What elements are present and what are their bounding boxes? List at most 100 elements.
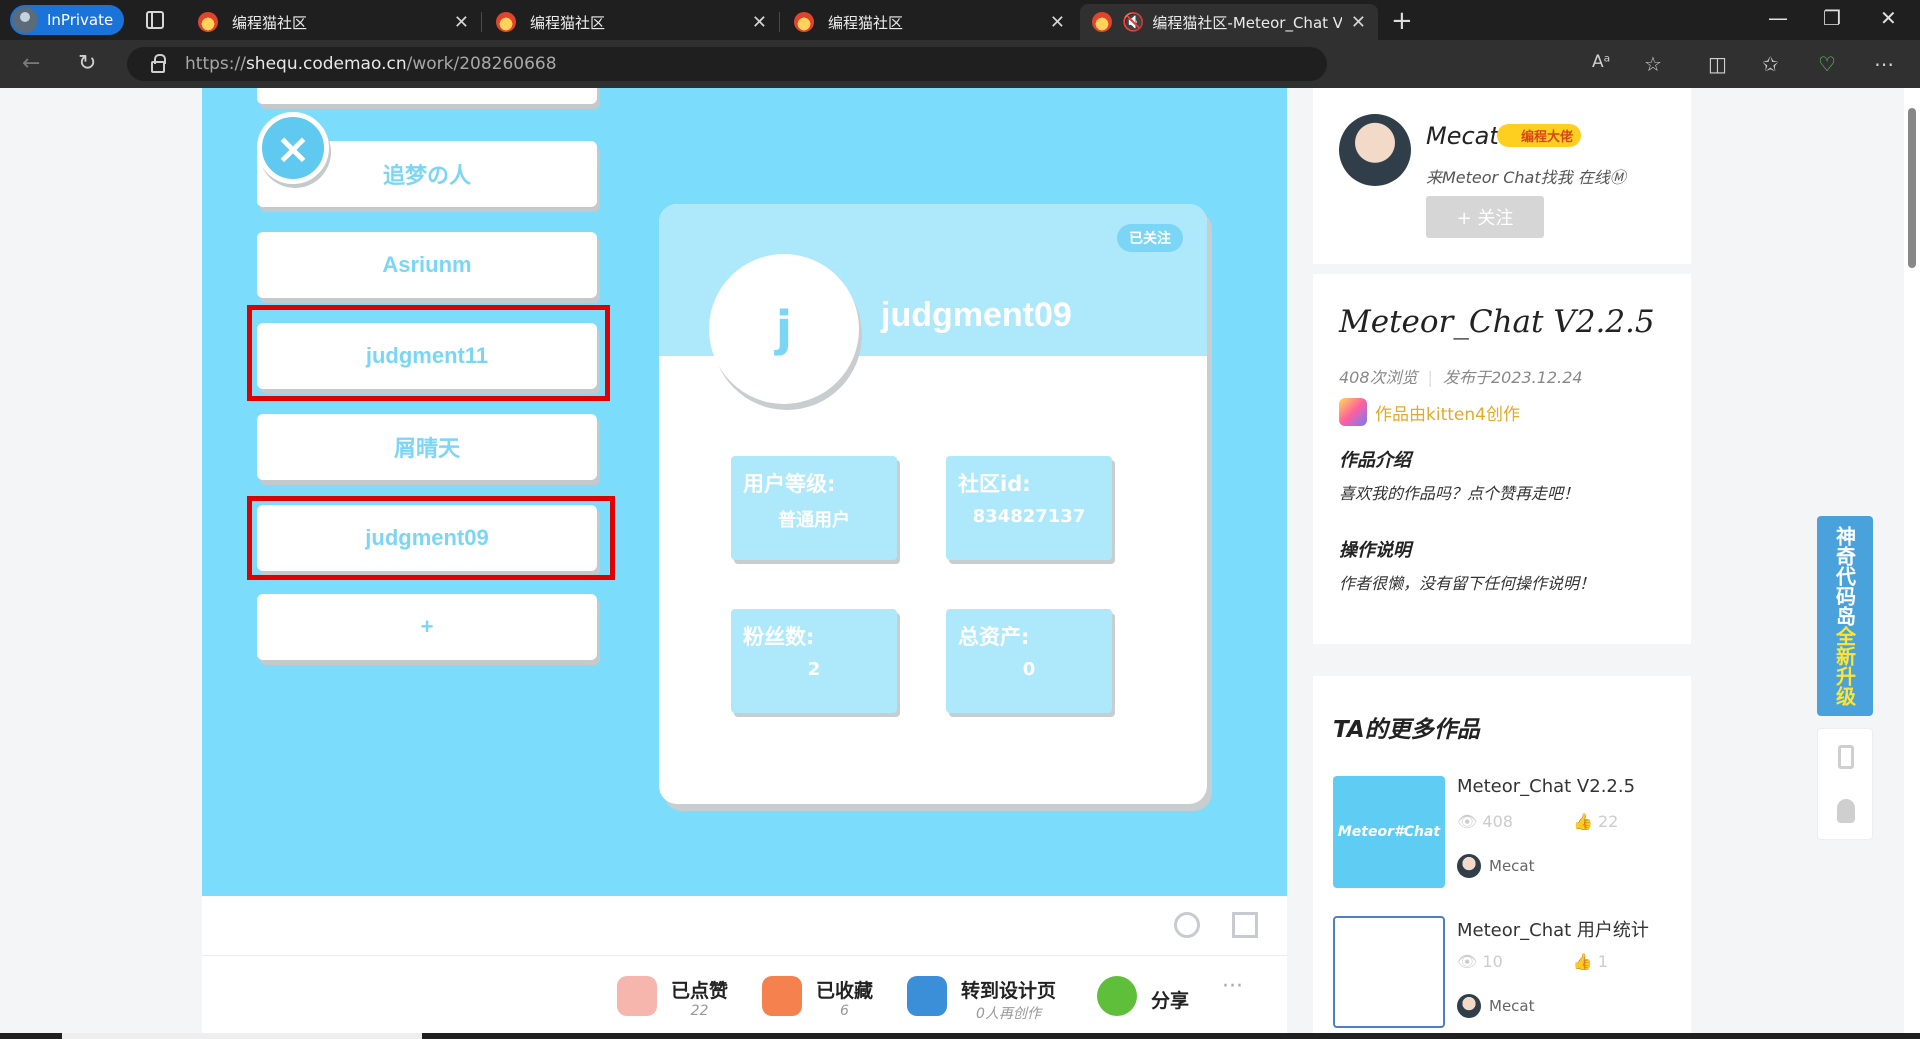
user-list-item-partial[interactable] (257, 88, 597, 104)
more-works-heading: TA的更多作品 (1333, 717, 1480, 743)
more-works-panel: TA的更多作品 Meteor#Chat Meteor_Chat V2.2.5 👁… (1313, 676, 1691, 1036)
close-tab-icon[interactable]: ✕ (752, 12, 767, 33)
work-thumbnail[interactable] (1333, 916, 1445, 1028)
tab-title: 编程猫社区 (232, 13, 308, 32)
author-name[interactable]: Mecat (1426, 122, 1499, 150)
add-user-button[interactable]: + (257, 594, 597, 660)
creator-tool[interactable]: 作品由kitten4创作 (1339, 398, 1520, 426)
page: 追梦の人 × Asriunm judgment11 屑晴天 judgment09… (0, 88, 1920, 1036)
highlight-box-judgment11 (247, 305, 610, 401)
author-signature: 来Meteor Chat找我 在线Ⓜ (1426, 168, 1626, 187)
refresh-icon[interactable]: ↻ (78, 51, 96, 76)
split-screen-icon[interactable]: ◫ (1708, 52, 1727, 76)
stat-value: 834827137 (972, 506, 1086, 527)
intro-heading: 作品介绍 (1339, 450, 1411, 471)
collect-text: 已收藏 6 (816, 976, 873, 1019)
tab-title: 编程猫社区-Meteor_Chat V2 (1152, 13, 1343, 32)
close-window-icon[interactable]: ✕ (1880, 6, 1897, 30)
owner-avatar (1457, 994, 1481, 1018)
close-glyph: × (275, 123, 311, 173)
ops-text: 作者很懒，没有留下任何操作说明！ (1339, 574, 1596, 593)
browser-tab-2[interactable]: 编程猫社区 ✕ (484, 4, 780, 40)
more-work-likes: 1 (1597, 952, 1608, 971)
meta-divider: | (1427, 368, 1433, 387)
codemao-favicon-icon (1092, 12, 1112, 32)
stat-label: 粉丝数: (743, 625, 815, 649)
favorites-icon[interactable]: ✩ (1762, 52, 1779, 76)
add-glyph: + (420, 614, 434, 639)
tab-separator (779, 12, 780, 32)
restart-icon[interactable] (1174, 912, 1200, 938)
work-thumbnail[interactable]: Meteor#Chat (1333, 776, 1445, 888)
browser-tab-bar: InPrivate 编程猫社区 ✕ 编程猫社区 ✕ 编程猫社区 ✕ 🔇 编程猫社… (0, 0, 1920, 40)
stat-user-level: 用户等级: 普通用户 (731, 456, 897, 560)
share-arrow-icon (1097, 976, 1137, 1016)
work-info-panel: Meteor_Chat V2.2.5 408次浏览 | 发布于2023.12.24 … (1313, 274, 1691, 644)
scrollbar-thumb[interactable] (1908, 108, 1916, 268)
floating-tools (1817, 728, 1873, 840)
fullscreen-icon[interactable] (1232, 912, 1258, 938)
collect-button[interactable]: 已收藏 6 (762, 976, 873, 1019)
url-field[interactable]: https://shequ.codemao.cn/work/208260668 (127, 47, 1327, 81)
page-scrollbar[interactable] (1904, 88, 1920, 1033)
restore-icon[interactable]: ❐ (1823, 6, 1841, 30)
more-work-views: 408 (1482, 812, 1513, 831)
os-taskbar (0, 1033, 1920, 1039)
creator-label: 作品由kitten4创作 (1375, 404, 1520, 425)
more-work-stats: 👁 408 👍 22 (1457, 812, 1618, 831)
code-island-promo-banner[interactable]: 神奇代码岛 全新升级 (1817, 516, 1873, 716)
more-work-views: 10 (1482, 952, 1503, 971)
user-list-item[interactable]: 屑晴天 (257, 414, 597, 480)
stat-label: 总资产: (958, 625, 1030, 649)
minimize-icon[interactable]: — (1768, 6, 1788, 30)
thumbs-up-icon: 👍 (1572, 952, 1593, 971)
qq-icon[interactable] (1837, 799, 1855, 823)
work-player-stage[interactable]: 追梦の人 × Asriunm judgment11 屑晴天 judgment09… (202, 88, 1287, 896)
close-icon[interactable]: × (257, 112, 329, 184)
like-button[interactable]: 已点赞 22 (617, 976, 728, 1019)
design-page-button[interactable]: 转到设计页 0人再创作 (907, 976, 1056, 1023)
more-work-item[interactable]: Meteor#Chat Meteor_Chat V2.2.5 👁 408 👍 22… (1333, 776, 1673, 888)
more-work-owner: Mecat (1457, 994, 1535, 1018)
settings-more-icon[interactable]: ⋯ (1874, 52, 1894, 76)
stat-value: 普通用户 (778, 510, 850, 531)
user-list-item[interactable]: Asriunm (257, 232, 597, 298)
share-label: 分享 (1151, 990, 1190, 1012)
more-work-item[interactable]: Meteor_Chat 用户统计 👁 10 👍 1 Mecat (1333, 916, 1673, 1028)
followed-badge[interactable]: 已关注 (1117, 224, 1183, 252)
user-list-label: Asriunm (382, 252, 472, 277)
thumbs-up-icon: 👍 (1572, 812, 1593, 831)
tab-actions-icon[interactable] (146, 11, 164, 29)
favorite-star-icon[interactable]: ☆ (1644, 52, 1662, 76)
tab-title: 编程猫社区 (530, 13, 606, 32)
read-aloud-icon[interactable]: Aᵃ (1592, 52, 1610, 72)
user-profile-card: 已关注 j judgment09 用户等级: 普通用户 社区id: 834827… (659, 204, 1207, 804)
stat-fans: 粉丝数: 2 (731, 609, 897, 713)
ops-heading: 操作说明 (1339, 540, 1411, 561)
close-tab-icon[interactable]: ✕ (1351, 12, 1366, 33)
back-arrow-icon[interactable]: ← (22, 51, 40, 76)
browser-tab-active[interactable]: 🔇 编程猫社区-Meteor_Chat V2 ✕ (1080, 4, 1378, 40)
more-work-title[interactable]: Meteor_Chat 用户统计 (1457, 916, 1649, 942)
browser-tab-1[interactable]: 编程猫社区 ✕ (186, 4, 482, 40)
author-avatar[interactable] (1339, 114, 1411, 186)
new-tab-button[interactable]: + (1391, 6, 1413, 36)
more-options-icon[interactable]: ··· (1222, 974, 1243, 999)
muted-speaker-icon[interactable]: 🔇 (1122, 12, 1144, 33)
close-tab-icon[interactable]: ✕ (454, 12, 469, 33)
codemao-favicon-icon (794, 12, 814, 32)
more-work-title[interactable]: Meteor_Chat V2.2.5 (1457, 776, 1635, 797)
taskbar-window[interactable] (62, 1033, 422, 1039)
inprivate-badge[interactable]: InPrivate (10, 5, 124, 35)
browser-tab-3[interactable]: 编程猫社区 ✕ (782, 4, 1077, 40)
remix-count: 0人再创作 (976, 1006, 1041, 1022)
share-text: 分享 (1151, 976, 1189, 1013)
browser-essentials-icon[interactable]: ♡ (1818, 52, 1836, 76)
tab-title: 编程猫社区 (828, 13, 904, 32)
eye-icon: 👁 (1457, 952, 1478, 971)
mobile-icon[interactable] (1838, 745, 1854, 769)
follow-button[interactable]: + 关注 (1426, 196, 1544, 238)
close-tab-icon[interactable]: ✕ (1050, 12, 1065, 33)
design-text: 转到设计页 0人再创作 (961, 976, 1056, 1023)
share-button[interactable]: 分享 (1097, 976, 1189, 1016)
